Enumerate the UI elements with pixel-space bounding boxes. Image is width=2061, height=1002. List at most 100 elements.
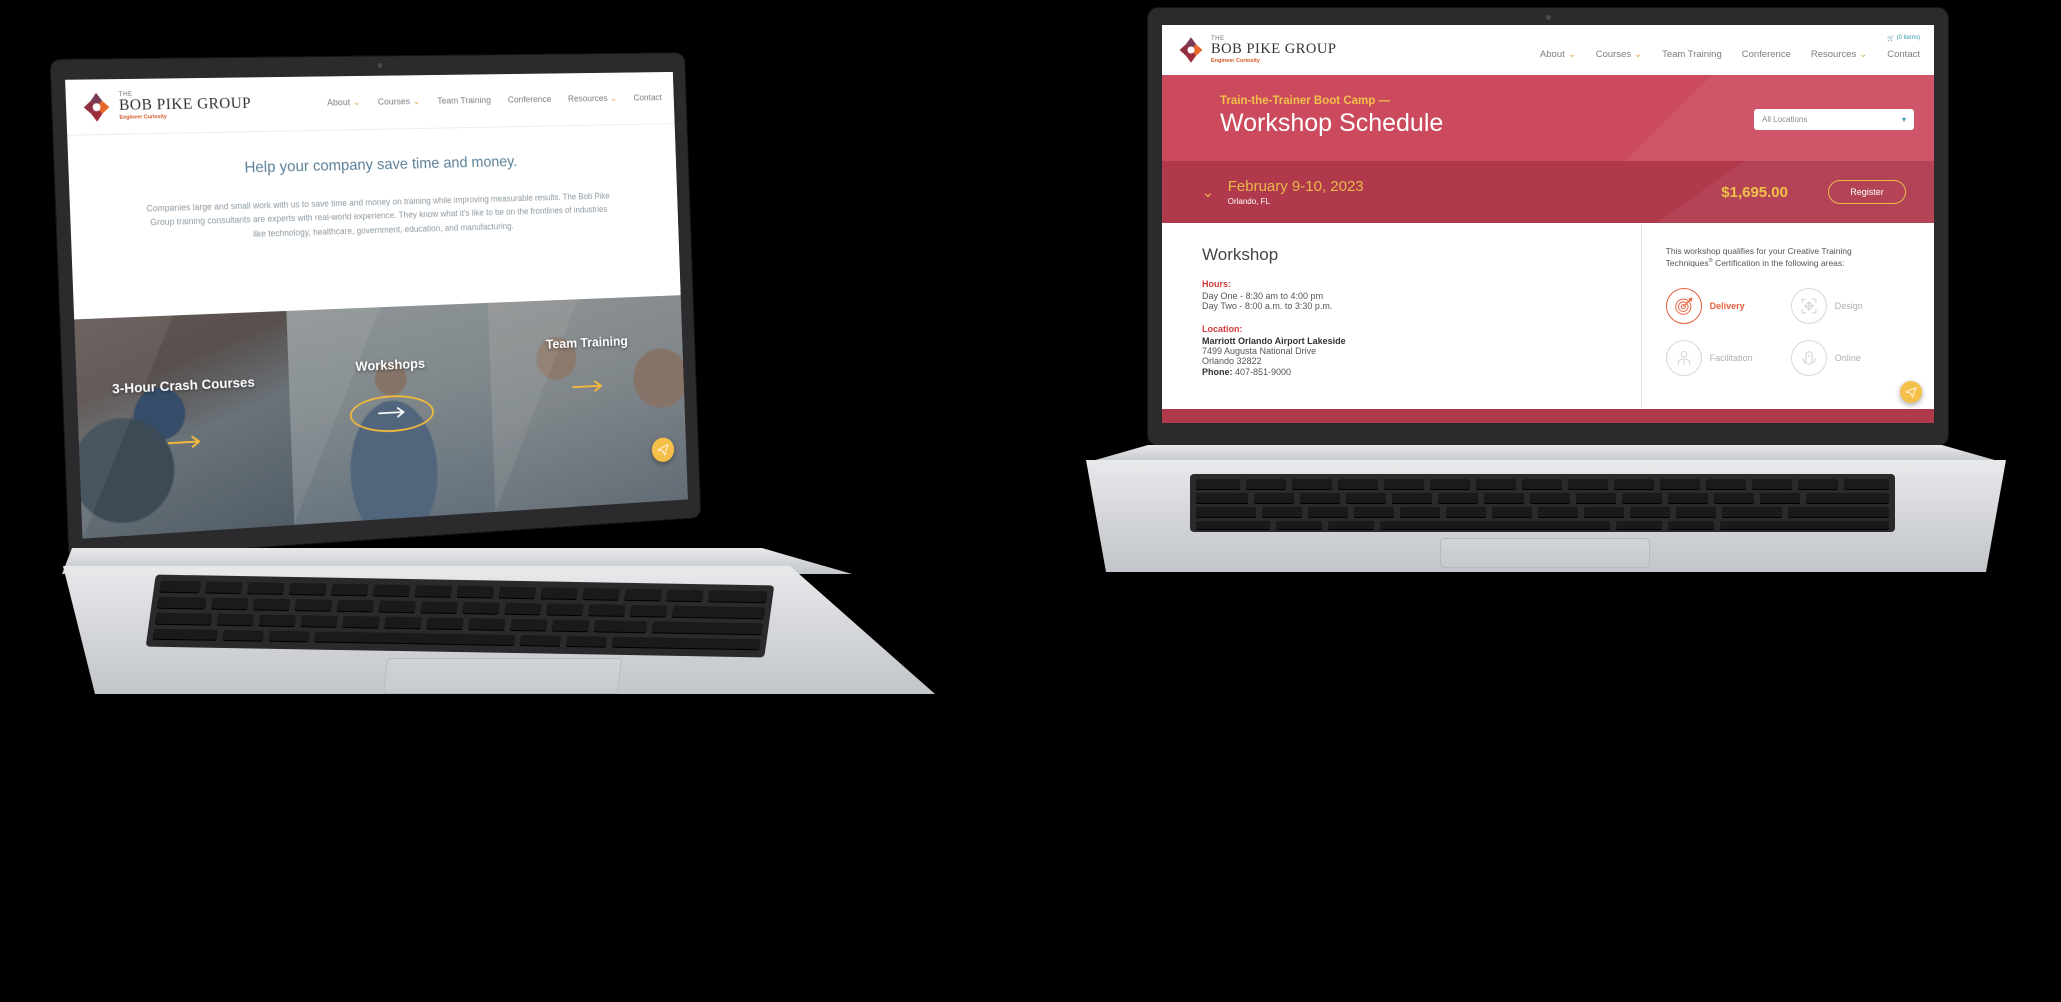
nav-item-conference[interactable]: Conference xyxy=(508,94,552,105)
certification-panel: This workshop qualifies for your Creativ… xyxy=(1640,223,1934,423)
nav-label: Contact xyxy=(633,92,662,104)
cert-intro-line2a: Techniques xyxy=(1665,258,1709,269)
hours-day-one: Day One - 8:30 am to 4:00 pm xyxy=(1202,291,1324,301)
chevron-down-icon: ⌄ xyxy=(610,93,618,104)
nav-label: Conference xyxy=(507,94,552,106)
homepage-paragraph: Companies large and small work with us t… xyxy=(146,191,610,239)
mockup-scene: THE BOB PIKE GROUP Engineer Curiosity Ab… xyxy=(0,0,2061,1002)
site-header-right: THE BOB PIKE GROUP Engineer Curiosity Ab… xyxy=(1162,25,1934,75)
session-city: Orlando, FL xyxy=(1227,197,1270,206)
nav-item-about[interactable]: About ⌄ xyxy=(1540,49,1576,60)
hero-title: Workshop Schedule xyxy=(1220,109,1444,137)
location-label: Location: xyxy=(1202,324,1243,334)
category-cards: 3-Hour Crash Courses Workshops Team Trai… xyxy=(74,295,688,539)
chevron-down-icon: ⌄ xyxy=(1859,48,1868,60)
register-button[interactable]: Register xyxy=(1828,180,1906,204)
nav-item-conference[interactable]: Conference xyxy=(1742,49,1791,60)
nav-label: Team Training xyxy=(1662,48,1722,60)
venue-street: 7499 Augusta National Drive xyxy=(1202,346,1317,356)
certification-areas: Delivery Design Facilitation Online xyxy=(1665,287,1916,376)
cert-label: Facilitation xyxy=(1709,352,1753,363)
session-price: $1,695.00 xyxy=(1721,183,1788,201)
nav-label: Team Training xyxy=(437,95,492,107)
chevron-down-icon[interactable]: ⌄ xyxy=(1202,184,1214,201)
webcam-right xyxy=(1545,15,1551,20)
target-icon xyxy=(1665,287,1702,324)
chevron-down-icon: ⌄ xyxy=(1567,48,1576,60)
venue-city-zip: Orlando 32822 xyxy=(1202,356,1262,366)
nav-item-resources[interactable]: Resources ⌄ xyxy=(568,93,618,104)
laptop-right-base xyxy=(1086,460,2006,572)
register-label: Register xyxy=(1850,187,1884,197)
website-workshop-schedule: THE BOB PIKE GROUP Engineer Curiosity Ab… xyxy=(1162,25,1934,423)
webcam-left xyxy=(377,63,382,69)
laptop-left-screen: THE BOB PIKE GROUP Engineer Curiosity Ab… xyxy=(65,71,688,539)
chevron-down-icon: ▾ xyxy=(1901,115,1906,124)
cert-area-online[interactable]: Online xyxy=(1790,339,1906,376)
brand-logo-right[interactable]: THE BOB PIKE GROUP Engineer Curiosity xyxy=(1178,36,1336,64)
cert-area-delivery[interactable]: Delivery xyxy=(1665,287,1781,324)
hero-banner: Train-the-Trainer Boot Camp — Workshop S… xyxy=(1162,75,1934,161)
laptop-right-screen: THE BOB PIKE GROUP Engineer Curiosity Ab… xyxy=(1162,25,1934,423)
nav-label: Courses xyxy=(377,96,411,108)
card-team-training[interactable]: Team Training xyxy=(488,295,688,512)
trackpad-left[interactable] xyxy=(382,658,623,694)
nav-label: Resources xyxy=(1810,48,1857,60)
nav-label: Contact xyxy=(1887,48,1920,60)
nav-item-team-training[interactable]: Team Training xyxy=(437,95,491,106)
chevron-down-icon: ⌄ xyxy=(352,97,361,108)
session-date: February 9-10, 2023 xyxy=(1227,178,1364,195)
card-workshops[interactable]: Workshops xyxy=(286,302,496,525)
laptop-left-bezel: THE BOB PIKE GROUP Engineer Curiosity Ab… xyxy=(50,53,701,560)
card-crash-courses[interactable]: 3-Hour Crash Courses xyxy=(74,310,294,539)
nav-item-contact[interactable]: Contact xyxy=(1887,49,1920,60)
compass-diamond-logo-icon xyxy=(1178,36,1204,64)
hero-eyebrow: Train-the-Trainer Boot Camp — xyxy=(1220,95,1390,107)
nav-item-contact[interactable]: Contact xyxy=(633,93,662,104)
cart-link[interactable]: 🛒 (0 items) xyxy=(1887,35,1920,42)
keyboard-right xyxy=(1190,474,1895,532)
cert-intro-line1: This workshop qualifies for your Creativ… xyxy=(1665,246,1852,256)
nav-item-courses[interactable]: Courses ⌄ xyxy=(1596,49,1642,60)
shopping-cart-icon: 🛒 xyxy=(1887,35,1895,42)
mouse-icon xyxy=(1790,339,1827,376)
chevron-down-icon: ⌄ xyxy=(1634,48,1643,60)
main-nav-right: About ⌄ Courses ⌄ Team Training Conferen… xyxy=(1540,35,1920,60)
brand-tagline: Engineer Curiosity xyxy=(1211,57,1260,64)
homepage-heading: Help your company save time and money. xyxy=(244,153,518,177)
main-nav-left: About ⌄ Courses ⌄ Team Training Conferen… xyxy=(327,93,662,109)
laptop-left-base xyxy=(63,566,935,694)
nav-label: About xyxy=(326,97,351,109)
brand-name: BOB PIKE GROUP xyxy=(118,95,252,114)
arrow-right-icon xyxy=(571,379,607,399)
paper-plane-icon xyxy=(657,443,669,457)
brand-tagline: Engineer Curiosity xyxy=(119,114,167,121)
location-filter-select[interactable]: All Locations ▾ xyxy=(1754,109,1914,130)
schedule-date-row[interactable]: ⌄ February 9-10, 2023 Orlando, FL $1,695… xyxy=(1162,161,1934,223)
phone-number: 407-851-9000 xyxy=(1235,367,1292,377)
cert-area-facilitation[interactable]: Facilitation xyxy=(1665,339,1781,376)
trackpad-right[interactable] xyxy=(1440,538,1650,568)
nav-item-team-training[interactable]: Team Training xyxy=(1662,49,1722,60)
session-detail-panel: Workshop Hours: Day One - 8:30 am to 4:0… xyxy=(1162,223,1934,423)
nav-item-courses[interactable]: Courses ⌄ xyxy=(378,96,421,107)
chevron-down-icon: ⌄ xyxy=(412,96,421,107)
nav-item-resources[interactable]: Resources ⌄ xyxy=(1811,49,1867,60)
phone-label: Phone: xyxy=(1202,367,1233,377)
focus-frame-icon xyxy=(1790,287,1827,324)
nav-item-about[interactable]: About ⌄ xyxy=(327,97,360,108)
nav-label: Conference xyxy=(1741,48,1791,60)
venue-name: Marriott Orlando Airport Lakeside xyxy=(1202,336,1346,346)
cert-label: Online xyxy=(1834,352,1861,363)
cert-area-design[interactable]: Design xyxy=(1790,287,1906,324)
brand-logo-left[interactable]: THE BOB PIKE GROUP Engineer Curiosity xyxy=(81,89,251,123)
brand-name: BOB PIKE GROUP xyxy=(1211,41,1337,57)
compass-diamond-logo-icon xyxy=(81,91,112,123)
nav-label: Resources xyxy=(567,93,608,105)
arrow-right-icon xyxy=(375,405,409,425)
cert-label: Delivery xyxy=(1709,300,1745,311)
paper-plane-icon xyxy=(1905,387,1917,398)
keyboard-left xyxy=(145,574,775,658)
location-filter-value: All Locations xyxy=(1762,115,1808,124)
chat-fab-right[interactable] xyxy=(1900,381,1922,403)
